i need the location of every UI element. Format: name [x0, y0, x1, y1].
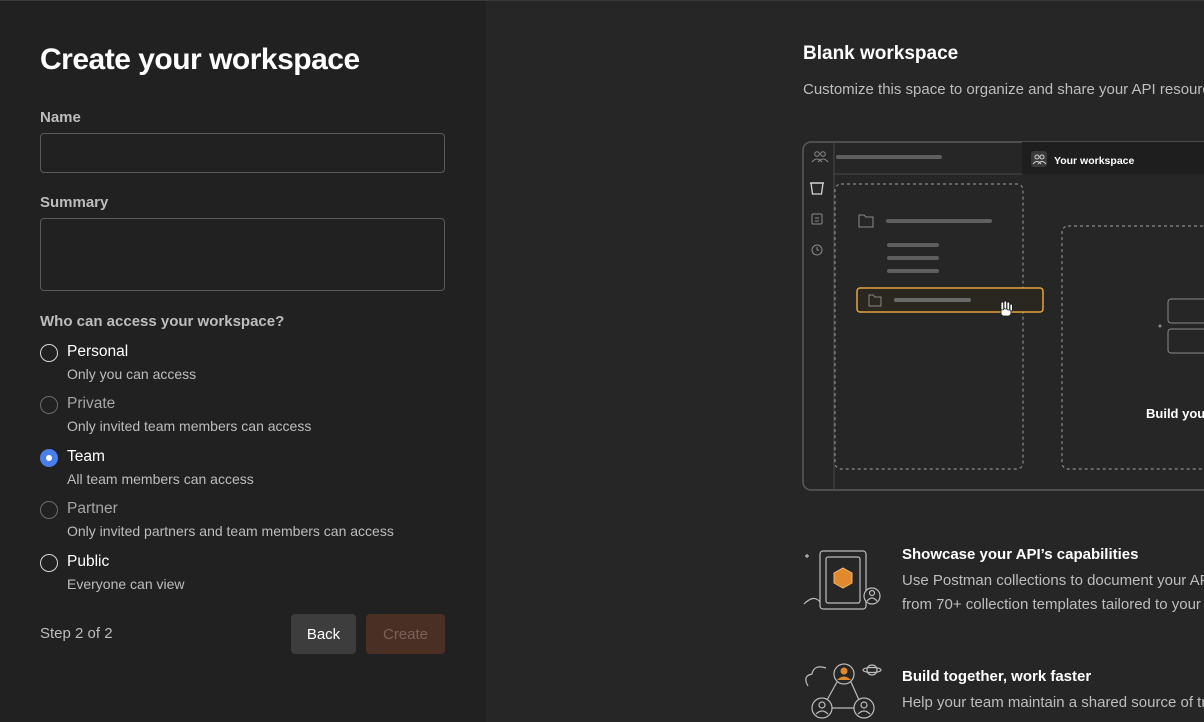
option-name: Public	[67, 553, 110, 570]
step-indicator: Step 2 of 2	[40, 625, 113, 642]
option-name: Team	[67, 448, 105, 465]
name-input[interactable]	[40, 133, 445, 173]
access-option-public[interactable]: Public Everyone can view	[40, 553, 460, 599]
page-title: Create your workspace	[40, 43, 360, 76]
feature-description: from 70+ collection templates tailored t…	[902, 596, 1204, 613]
illustration-tab-label: Your workspace	[1054, 155, 1134, 167]
radio-team[interactable]	[40, 449, 58, 467]
option-description: Only invited partners and team members c…	[67, 523, 394, 539]
illustration-build-label: Build your	[1146, 406, 1204, 421]
radio-public[interactable]	[40, 554, 58, 572]
option-name: Personal	[67, 343, 129, 360]
back-button[interactable]: Back	[291, 614, 356, 654]
option-name: Partner	[67, 500, 118, 517]
access-question: Who can access your workspace?	[40, 313, 285, 330]
access-option-private[interactable]: Private Only invited team members can ac…	[40, 395, 460, 441]
feature-title: Showcase your API’s capabilities	[902, 546, 1139, 563]
feature-title: Build together, work faster	[902, 668, 1092, 685]
feature-description: Help your team maintain a shared source …	[902, 694, 1204, 711]
radio-personal[interactable]	[40, 344, 58, 362]
radio-partner[interactable]	[40, 501, 58, 519]
team-network-icon	[805, 663, 882, 719]
access-option-team[interactable]: Team All team members can access	[40, 448, 460, 494]
access-option-personal[interactable]: Personal Only you can access	[40, 343, 460, 389]
option-name: Private	[67, 395, 116, 412]
option-description: All team members can access	[67, 471, 254, 487]
option-description: Everyone can view	[67, 576, 185, 592]
option-description: Only you can access	[67, 366, 197, 382]
access-option-partner[interactable]: Partner Only invited partners and team m…	[40, 500, 460, 546]
create-workspace-panel: Create your workspace Name Summary Who c…	[0, 0, 486, 722]
name-label: Name	[40, 109, 81, 126]
collection-hexagon-icon	[803, 550, 881, 610]
feature-description: Use Postman collections to document your…	[902, 572, 1204, 589]
summary-label: Summary	[40, 194, 109, 211]
team-icon	[1031, 151, 1047, 167]
workspace-preview-panel: Blank workspace Customize this space to …	[486, 0, 1204, 722]
summary-textarea[interactable]	[40, 218, 445, 291]
workspace-illustration: Your workspace Build your	[802, 141, 1204, 491]
radio-private[interactable]	[40, 396, 58, 414]
preview-subtitle: Customize this space to organize and sha…	[803, 81, 1204, 98]
preview-title: Blank workspace	[803, 43, 959, 64]
create-button[interactable]: Create	[366, 614, 445, 654]
option-description: Only invited team members can access	[67, 418, 312, 434]
